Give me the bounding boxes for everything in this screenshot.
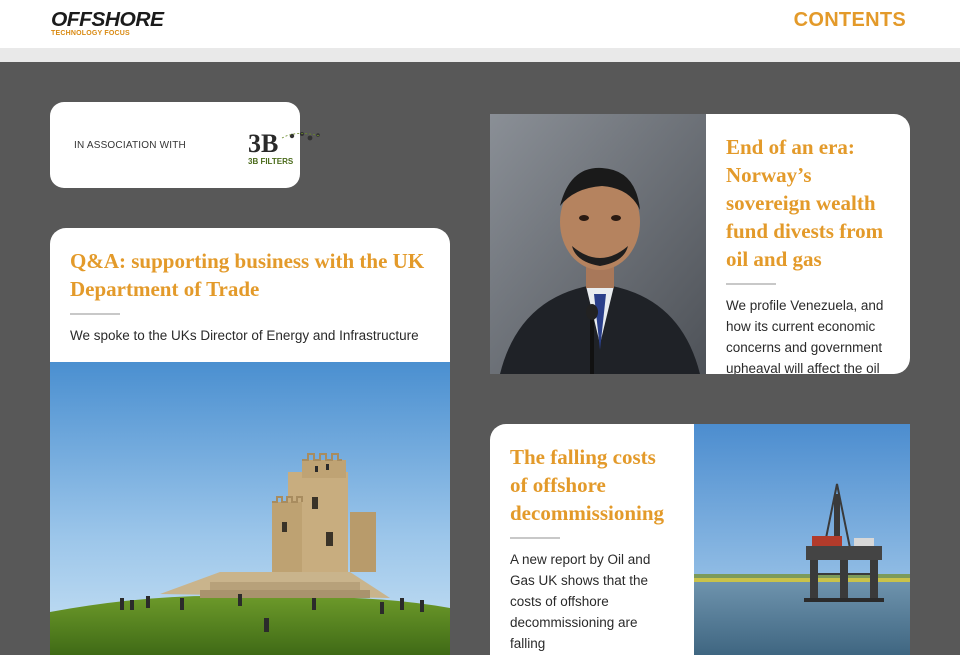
- article-title[interactable]: Q&A: supporting business with the UK Dep…: [70, 247, 442, 303]
- partner-logo-text: 3B FILTERS: [248, 157, 294, 166]
- article-title[interactable]: The falling costs of offshore decommissi…: [510, 443, 676, 527]
- article-card-decommissioning-costs[interactable]: The falling costs of offshore decommissi…: [490, 424, 910, 655]
- article-text: Q&A: supporting business with the UK Dep…: [70, 247, 442, 346]
- contents-link[interactable]: CONTENTS: [794, 9, 906, 32]
- logo-subtitle: TECHNOLOGY FOCUS: [51, 30, 130, 37]
- title-divider: [70, 313, 120, 315]
- cliff-castle-photo[interactable]: [50, 362, 450, 655]
- top-navigation-bar: OFFSHORE TECHNOLOGY FOCUS CONTENTS: [0, 0, 960, 48]
- logo-wordmark: OFFSHORE: [51, 9, 164, 31]
- header-divider-bar: [0, 48, 960, 62]
- speaker-portrait-photo[interactable]: [490, 114, 706, 374]
- sponsor-badge: IN ASSOCIATION WITH 3B 3B FILTERS: [50, 102, 321, 188]
- title-divider: [726, 283, 776, 285]
- offshore-technology-logo[interactable]: OFFSHORE TECHNOLOGY FOCUS: [51, 10, 164, 38]
- article-card-norway-wealth-fund[interactable]: End of an era: Norway’s sovereign wealth…: [490, 114, 910, 374]
- oil-rig-photo[interactable]: [694, 424, 910, 655]
- title-divider: [510, 537, 560, 539]
- article-card-qa-uk-trade[interactable]: Q&A: supporting business with the UK Dep…: [50, 228, 450, 655]
- association-label: IN ASSOCIATION WITH: [74, 140, 186, 151]
- article-text: The falling costs of offshore decommissi…: [510, 443, 676, 654]
- article-description: We profile Venezuela, and how its curren…: [726, 298, 884, 374]
- article-title[interactable]: End of an era: Norway’s sovereign wealth…: [726, 133, 894, 273]
- svg-text:3B: 3B: [248, 129, 278, 158]
- article-description: A new report by Oil and Gas UK shows tha…: [510, 552, 651, 651]
- 3b-filters-logo[interactable]: 3B 3B FILTERS: [246, 128, 326, 168]
- article-text: End of an era: Norway’s sovereign wealth…: [726, 133, 894, 374]
- article-description: We spoke to the UKs Director of Energy a…: [70, 328, 419, 343]
